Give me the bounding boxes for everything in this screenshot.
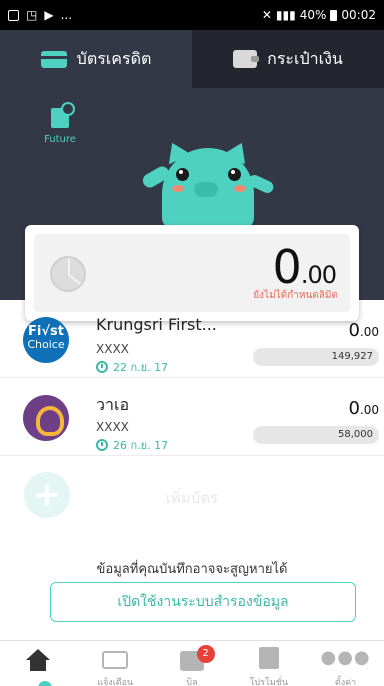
balance-decimal: .00 xyxy=(300,261,337,289)
credit-card-icon xyxy=(40,50,67,68)
amount-decimal: .00 xyxy=(359,325,379,339)
card-name: Krungsri First... xyxy=(96,315,217,334)
bank-gold-logo xyxy=(23,395,69,441)
card-amount: 0.00 xyxy=(348,398,379,419)
nav-label: บิล xyxy=(186,678,198,686)
credit-limit-bar: 149,927 xyxy=(253,348,379,366)
future-bill-icon xyxy=(51,102,75,128)
due-date-text: 26 ก.ย. 17 xyxy=(113,439,169,452)
tab-bar: บัตรเครดิต กระเป๋าเงิน xyxy=(0,30,384,88)
enable-backup-button[interactable]: เปิดใช้งานระบบสำรองข้อมูล xyxy=(50,582,356,622)
credit-limit-bar: 58,000 xyxy=(253,426,379,444)
data-loss-warning: ข้อมูลที่คุณบันทึกอาจจะสูญหายได้ xyxy=(96,562,288,577)
add-card-label: เพิ่มบัตร xyxy=(165,489,219,507)
gift-icon xyxy=(258,647,279,669)
balance-amount: 0.00 xyxy=(272,240,337,294)
status-bar: ◳ ▶ ... ✕ ▮▮▮ 40% 00:02 xyxy=(0,0,384,30)
card-number: XXXX xyxy=(96,342,129,356)
clock-icon xyxy=(96,361,108,373)
tab-credit-card[interactable]: บัตรเครดิต xyxy=(0,30,192,88)
status-ellipsis: ... xyxy=(60,8,73,22)
wallet-icon xyxy=(233,50,260,68)
active-indicator xyxy=(38,681,52,686)
nav-home[interactable] xyxy=(0,641,77,686)
amount-integer: 0 xyxy=(348,398,360,419)
card-amount: 0.00 xyxy=(348,320,379,341)
bottom-nav: แจ้งเตือน 2 บิล โปรโมชั่น ●●● ตั้งค่า xyxy=(0,640,384,686)
nav-label: แจ้งเตือน xyxy=(97,678,134,686)
nav-notifications[interactable]: แจ้งเตือน xyxy=(77,641,154,686)
tab-label: บัตรเครดิต xyxy=(76,48,152,68)
nav-promotions[interactable]: โปรโมชั่น xyxy=(230,641,307,686)
nav-label: ตั้งค่า xyxy=(334,678,357,686)
clock-time: 00:02 xyxy=(341,8,376,22)
nfc-icon: ◳ xyxy=(26,8,38,22)
header-section: บัตรเครดิต กระเป๋าเงิน Future 0.00 ยังไม… xyxy=(0,30,384,321)
mail-icon xyxy=(102,651,129,669)
logo-text: Fi√st xyxy=(28,324,64,339)
bill-count-badge: 2 xyxy=(196,645,215,663)
mute-icon: ✕ xyxy=(261,8,272,22)
first-choice-logo: Fi√st Choice xyxy=(23,317,69,363)
tab-label: กระเป๋าเงิน xyxy=(267,48,343,68)
signal-icon: ▮▮▮ xyxy=(275,8,296,22)
home-icon xyxy=(25,649,51,671)
due-date: 26 ก.ย. 17 xyxy=(96,436,168,454)
card-name: วาเอ xyxy=(96,395,130,414)
more-icon: ●●● xyxy=(320,647,371,668)
future-label: Future xyxy=(44,134,76,145)
card-row-second[interactable]: วาเอ XXXX 26 ก.ย. 17 0.00 58,000 xyxy=(0,378,384,456)
card-number: XXXX xyxy=(96,420,129,434)
due-date-text: 22 ก.ย. 17 xyxy=(113,361,169,374)
amount-integer: 0 xyxy=(348,320,360,341)
mascot-nose xyxy=(194,182,218,197)
logo-text: Choice xyxy=(27,338,65,351)
clock-icon xyxy=(96,439,108,451)
image-icon xyxy=(8,9,19,21)
pie-chart-icon xyxy=(50,256,86,292)
tab-wallet[interactable]: กระเป๋าเงิน xyxy=(192,30,384,88)
mascot-cheek xyxy=(234,185,246,192)
nav-settings[interactable]: ●●● ตั้งค่า xyxy=(307,641,384,686)
future-button[interactable]: Future xyxy=(40,102,80,145)
battery-icon xyxy=(330,9,338,21)
balance-integer: 0 xyxy=(272,240,302,294)
add-card-button[interactable]: เพิ่มบัตร xyxy=(0,456,384,534)
battery-percent: 40% xyxy=(299,8,327,22)
nav-bills[interactable]: 2 บิล xyxy=(154,641,231,686)
mascot-cheek xyxy=(172,185,184,192)
nav-label: โปรโมชั่น xyxy=(249,678,288,686)
play-icon: ▶ xyxy=(44,8,54,22)
card-row-krungsri[interactable]: Fi√st Choice Krungsri First... XXXX 22 ก… xyxy=(0,300,384,378)
mascot-eye xyxy=(176,168,189,181)
card-list: Fi√st Choice Krungsri First... XXXX 22 ก… xyxy=(0,300,384,534)
due-date: 22 ก.ย. 17 xyxy=(96,358,168,376)
mascot-eye xyxy=(228,168,241,181)
amount-decimal: .00 xyxy=(359,403,379,417)
mascot-illustration xyxy=(140,137,276,228)
